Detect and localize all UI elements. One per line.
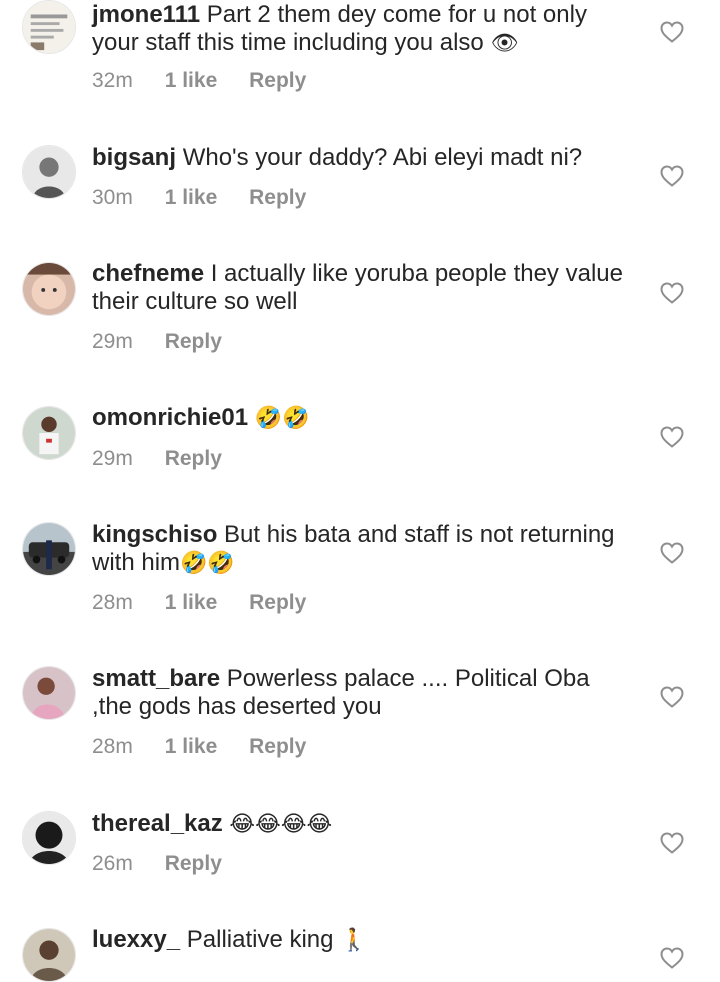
reply-button[interactable]: Reply [165, 330, 222, 353]
heart-icon[interactable] [660, 832, 684, 854]
comment-username[interactable]: chefneme [92, 260, 204, 287]
comment-meta: 29m Reply [92, 447, 248, 471]
heart-icon[interactable] [660, 542, 684, 564]
tears-of-joy-emoji: 😂😂😂😂 [229, 812, 333, 837]
reply-button[interactable]: Reply [249, 735, 306, 758]
comment-meta: 28m 1 like Reply [92, 591, 332, 615]
comment-time: 29m [92, 330, 133, 353]
comment-text: kingschiso But his bata and staff is not… [92, 521, 632, 578]
reply-button[interactable]: Reply [249, 186, 306, 209]
heart-icon[interactable] [660, 686, 684, 708]
avatar[interactable] [22, 0, 76, 54]
comment-text: luexxy_ Palliative king 🚶 [92, 926, 632, 955]
comment-username[interactable]: omonrichie01 [92, 404, 248, 431]
comment-meta: 30m 1 like Reply [92, 186, 332, 210]
comment-username[interactable]: luexxy_ [92, 926, 180, 953]
heart-icon[interactable] [660, 165, 684, 187]
comment-time: 29m [92, 447, 133, 470]
eye-emoji: 👁 [490, 31, 519, 56]
comment-body: Palliative king [186, 926, 334, 953]
avatar[interactable] [22, 522, 76, 576]
heart-icon[interactable] [660, 947, 684, 969]
comment-username[interactable]: thereal_kaz [92, 810, 223, 837]
heart-icon[interactable] [660, 426, 684, 448]
avatar[interactable] [22, 928, 76, 982]
avatar[interactable] [22, 145, 76, 199]
comment-text: smatt_bare Powerless palace .... Politic… [92, 665, 632, 721]
reply-button[interactable]: Reply [249, 591, 306, 614]
comment-username[interactable]: bigsanj [92, 144, 176, 171]
comment-text: bigsanj Who's your daddy? Abi eleyi madt… [92, 144, 632, 172]
comment-time: 26m [92, 852, 133, 875]
avatar[interactable] [22, 406, 76, 460]
comment-time: 28m [92, 735, 133, 758]
like-count[interactable]: 1 like [165, 186, 218, 209]
comment-meta: 28m 1 like Reply [92, 735, 332, 759]
like-count[interactable]: 1 like [165, 591, 218, 614]
heart-icon[interactable] [660, 21, 684, 43]
reply-button[interactable]: Reply [249, 69, 306, 92]
comment-meta: 29m Reply [92, 330, 248, 354]
comment-body: Who's your daddy? Abi eleyi madt ni? [182, 144, 583, 171]
comment-text: jmone111 Part 2 them dey come for u not … [92, 1, 632, 58]
walking-person-emoji: 🚶 [340, 928, 368, 953]
comment-time: 32m [92, 69, 133, 92]
comment-username[interactable]: kingschiso [92, 521, 217, 548]
reply-button[interactable]: Reply [165, 852, 222, 875]
like-count[interactable]: 1 like [165, 735, 218, 758]
avatar[interactable] [22, 262, 76, 316]
comment-time: 30m [92, 186, 133, 209]
comment-username[interactable]: smatt_bare [92, 665, 220, 692]
avatar[interactable] [22, 811, 76, 865]
comment-time: 28m [92, 591, 133, 614]
heart-icon[interactable] [660, 282, 684, 304]
laughing-emoji: 🤣🤣 [254, 406, 310, 431]
laughing-emoji: 🤣🤣 [180, 551, 235, 576]
comment-username[interactable]: jmone111 [92, 1, 200, 28]
avatar[interactable] [22, 666, 76, 720]
comment-text: chefneme I actually like yoruba people t… [92, 260, 632, 316]
comment-meta: 26m Reply [92, 852, 248, 876]
comment-meta: 32m 1 like Reply [92, 69, 332, 93]
comment-text: thereal_kaz 😂😂😂😂 [92, 810, 632, 839]
like-count[interactable]: 1 like [165, 69, 218, 92]
reply-button[interactable]: Reply [165, 447, 222, 470]
comment-text: omonrichie01 🤣🤣 [92, 404, 632, 433]
